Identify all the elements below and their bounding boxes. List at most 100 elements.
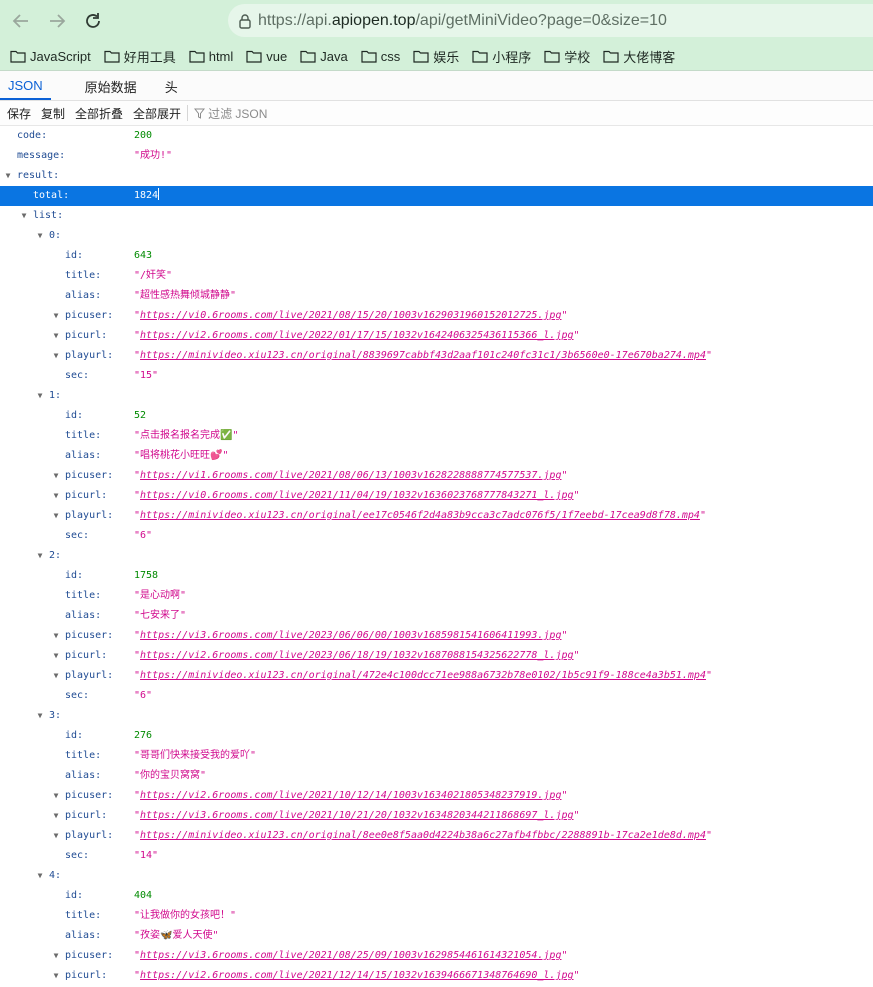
bookmark-folder[interactable]: 娱乐 [413,47,459,66]
json-value[interactable]: "https://vi1.6rooms.com/live/2021/08/06/… [134,466,568,486]
json-row[interactable]: title: "/奸笑" [0,266,873,286]
json-value[interactable]: "https://vi2.6rooms.com/live/2021/12/14/… [134,966,580,986]
json-url-link[interactable]: https://vi0.6rooms.com/live/2021/08/15/2… [140,310,561,321]
json-row[interactable]: sec: "14" [0,846,873,866]
expand-toggle-icon[interactable]: ▼ [19,206,29,226]
tab-headers[interactable]: 头 [157,72,186,100]
json-url-link[interactable]: https://vi3.6rooms.com/live/2021/08/25/0… [140,950,561,961]
json-row[interactable]: ▼ picuser: "https://vi2.6rooms.com/live/20… [0,786,873,806]
json-row[interactable]: ▼ result: [0,166,873,186]
expand-all-button[interactable]: 全部展开 [133,105,181,122]
json-row[interactable]: ▼ picurl: "https://vi2.6rooms.com/live/202… [0,966,873,986]
bookmark-folder[interactable]: 好用工具 [104,47,176,66]
json-row[interactable]: alias: "超性感热舞倾城静静" [0,286,873,306]
bookmark-folder[interactable]: 小程序 [472,47,531,66]
expand-toggle-icon[interactable]: ▼ [51,666,61,686]
json-row[interactable]: ▼ picurl: "https://vi2.6rooms.com/live/202… [0,646,873,666]
expand-toggle-icon[interactable]: ▼ [51,646,61,666]
json-url-link[interactable]: https://vi1.6rooms.com/live/2021/08/06/1… [140,470,561,481]
json-url-link[interactable]: https://vi2.6rooms.com/live/2021/12/14/1… [140,970,573,981]
json-url-link[interactable]: https://vi3.6rooms.com/live/2023/06/06/0… [140,630,561,641]
expand-toggle-icon[interactable]: ▼ [3,166,13,186]
json-row[interactable]: ▼ picurl: "https://vi2.6rooms.com/live/202… [0,326,873,346]
json-row[interactable]: title: "点击报名报名完成✅" [0,426,873,446]
expand-toggle-icon[interactable]: ▼ [51,346,61,366]
copy-button[interactable]: 复制 [41,105,65,122]
bookmark-folder[interactable]: css [361,49,400,64]
bookmark-folder[interactable]: Java [300,49,348,64]
json-row[interactable]: ▼ picuser: "https://vi0.6rooms.com/live/20… [0,306,873,326]
json-row[interactable]: id: 1758 [0,566,873,586]
json-value[interactable]: "https://vi2.6rooms.com/live/2023/06/18/… [134,646,580,666]
json-value[interactable]: "https://minivideo.xiu123.cn/original/88… [134,346,712,366]
json-row[interactable]: ▼ 0: [0,226,873,246]
json-value[interactable]: "https://vi2.6rooms.com/live/2021/10/12/… [134,786,568,806]
json-row[interactable]: id: 643 [0,246,873,266]
json-row[interactable]: alias: "唱将桃花小旺旺💕" [0,446,873,466]
url-text[interactable]: https://api.apiopen.top/api/getMiniVideo… [258,12,667,30]
json-url-link[interactable]: https://minivideo.xiu123.cn/original/8ee… [140,830,706,841]
address-bar[interactable]: https://api.apiopen.top/api/getMiniVideo… [228,4,873,37]
json-row[interactable]: message: "成功!" [0,146,873,166]
json-value[interactable]: "https://vi3.6rooms.com/live/2021/08/25/… [134,946,568,966]
bookmark-folder[interactable]: 学校 [544,47,590,66]
expand-toggle-icon[interactable]: ▼ [51,946,61,966]
filter-json-input[interactable]: 过滤 JSON [194,105,267,122]
json-row-selected[interactable]: total: 1824 [0,186,873,206]
json-row[interactable]: code: 200 [0,126,873,146]
bookmark-folder[interactable]: vue [246,49,287,64]
json-value[interactable]: "https://minivideo.xiu123.cn/original/8e… [134,826,712,846]
json-row[interactable]: ▼ playurl: "https://minivideo.xiu123.cn/or… [0,506,873,526]
tab-json[interactable]: JSON [0,72,51,100]
json-value[interactable]: "https://vi3.6rooms.com/live/2021/10/21/… [134,806,580,826]
expand-toggle-icon[interactable]: ▼ [51,486,61,506]
json-value[interactable]: "https://vi0.6rooms.com/live/2021/11/04/… [134,486,580,506]
json-url-link[interactable]: https://minivideo.xiu123.cn/original/883… [140,350,706,361]
tab-raw-data[interactable]: 原始数据 [77,72,145,100]
json-row[interactable]: id: 52 [0,406,873,426]
json-value[interactable]: "https://minivideo.xiu123.cn/original/47… [134,666,712,686]
expand-toggle-icon[interactable]: ▼ [51,826,61,846]
json-row[interactable]: ▼ list: [0,206,873,226]
json-url-link[interactable]: https://vi0.6rooms.com/live/2021/11/04/1… [140,490,573,501]
json-row[interactable]: ▼ picurl: "https://vi3.6rooms.com/live/202… [0,806,873,826]
json-row[interactable]: id: 404 [0,886,873,906]
json-row[interactable]: alias: "孜姿🦋爱人天使" [0,926,873,946]
expand-toggle-icon[interactable]: ▼ [35,546,45,566]
save-button[interactable]: 保存 [7,105,31,122]
forward-arrow-icon[interactable] [44,8,70,34]
json-url-link[interactable]: https://minivideo.xiu123.cn/original/ee1… [140,510,700,521]
json-url-link[interactable]: https://minivideo.xiu123.cn/original/472… [140,670,706,681]
expand-toggle-icon[interactable]: ▼ [35,706,45,726]
json-row[interactable]: ▼ 2: [0,546,873,566]
json-url-link[interactable]: https://vi2.6rooms.com/live/2022/01/17/1… [140,330,573,341]
json-url-link[interactable]: https://vi3.6rooms.com/live/2021/10/21/2… [140,810,573,821]
json-row[interactable]: sec: "6" [0,526,873,546]
json-row[interactable]: sec: "6" [0,686,873,706]
reload-icon[interactable] [80,8,106,34]
json-row[interactable]: ▼ picuser: "https://vi3.6rooms.com/live/20… [0,946,873,966]
json-row[interactable]: alias: "你的宝贝窝窝" [0,766,873,786]
expand-toggle-icon[interactable]: ▼ [51,306,61,326]
json-row[interactable]: ▼ playurl: "https://minivideo.xiu123.cn/or… [0,346,873,366]
expand-toggle-icon[interactable]: ▼ [51,506,61,526]
bookmark-folder[interactable]: JavaScript [10,49,91,64]
json-row[interactable]: id: 276 [0,726,873,746]
collapse-all-button[interactable]: 全部折叠 [75,105,123,122]
json-row[interactable]: alias: "七安来了" [0,606,873,626]
json-row[interactable]: ▼ 3: [0,706,873,726]
expand-toggle-icon[interactable]: ▼ [51,966,61,986]
json-value[interactable]: "https://vi2.6rooms.com/live/2022/01/17/… [134,326,580,346]
expand-toggle-icon[interactable]: ▼ [35,226,45,246]
json-row[interactable]: ▼ picuser: "https://vi3.6rooms.com/live/20… [0,626,873,646]
expand-toggle-icon[interactable]: ▼ [35,386,45,406]
json-value[interactable]: "https://vi3.6rooms.com/live/2023/06/06/… [134,626,568,646]
bookmark-folder[interactable]: 大佬博客 [603,47,675,66]
json-row[interactable]: title: "哥哥们快来接受我的爱吖" [0,746,873,766]
json-row[interactable]: ▼ playurl: "https://minivideo.xiu123.cn/or… [0,826,873,846]
expand-toggle-icon[interactable]: ▼ [51,466,61,486]
expand-toggle-icon[interactable]: ▼ [51,326,61,346]
json-row[interactable]: ▼ playurl: "https://minivideo.xiu123.cn/or… [0,666,873,686]
json-row[interactable]: sec: "15" [0,366,873,386]
json-value[interactable]: "https://minivideo.xiu123.cn/original/ee… [134,506,706,526]
